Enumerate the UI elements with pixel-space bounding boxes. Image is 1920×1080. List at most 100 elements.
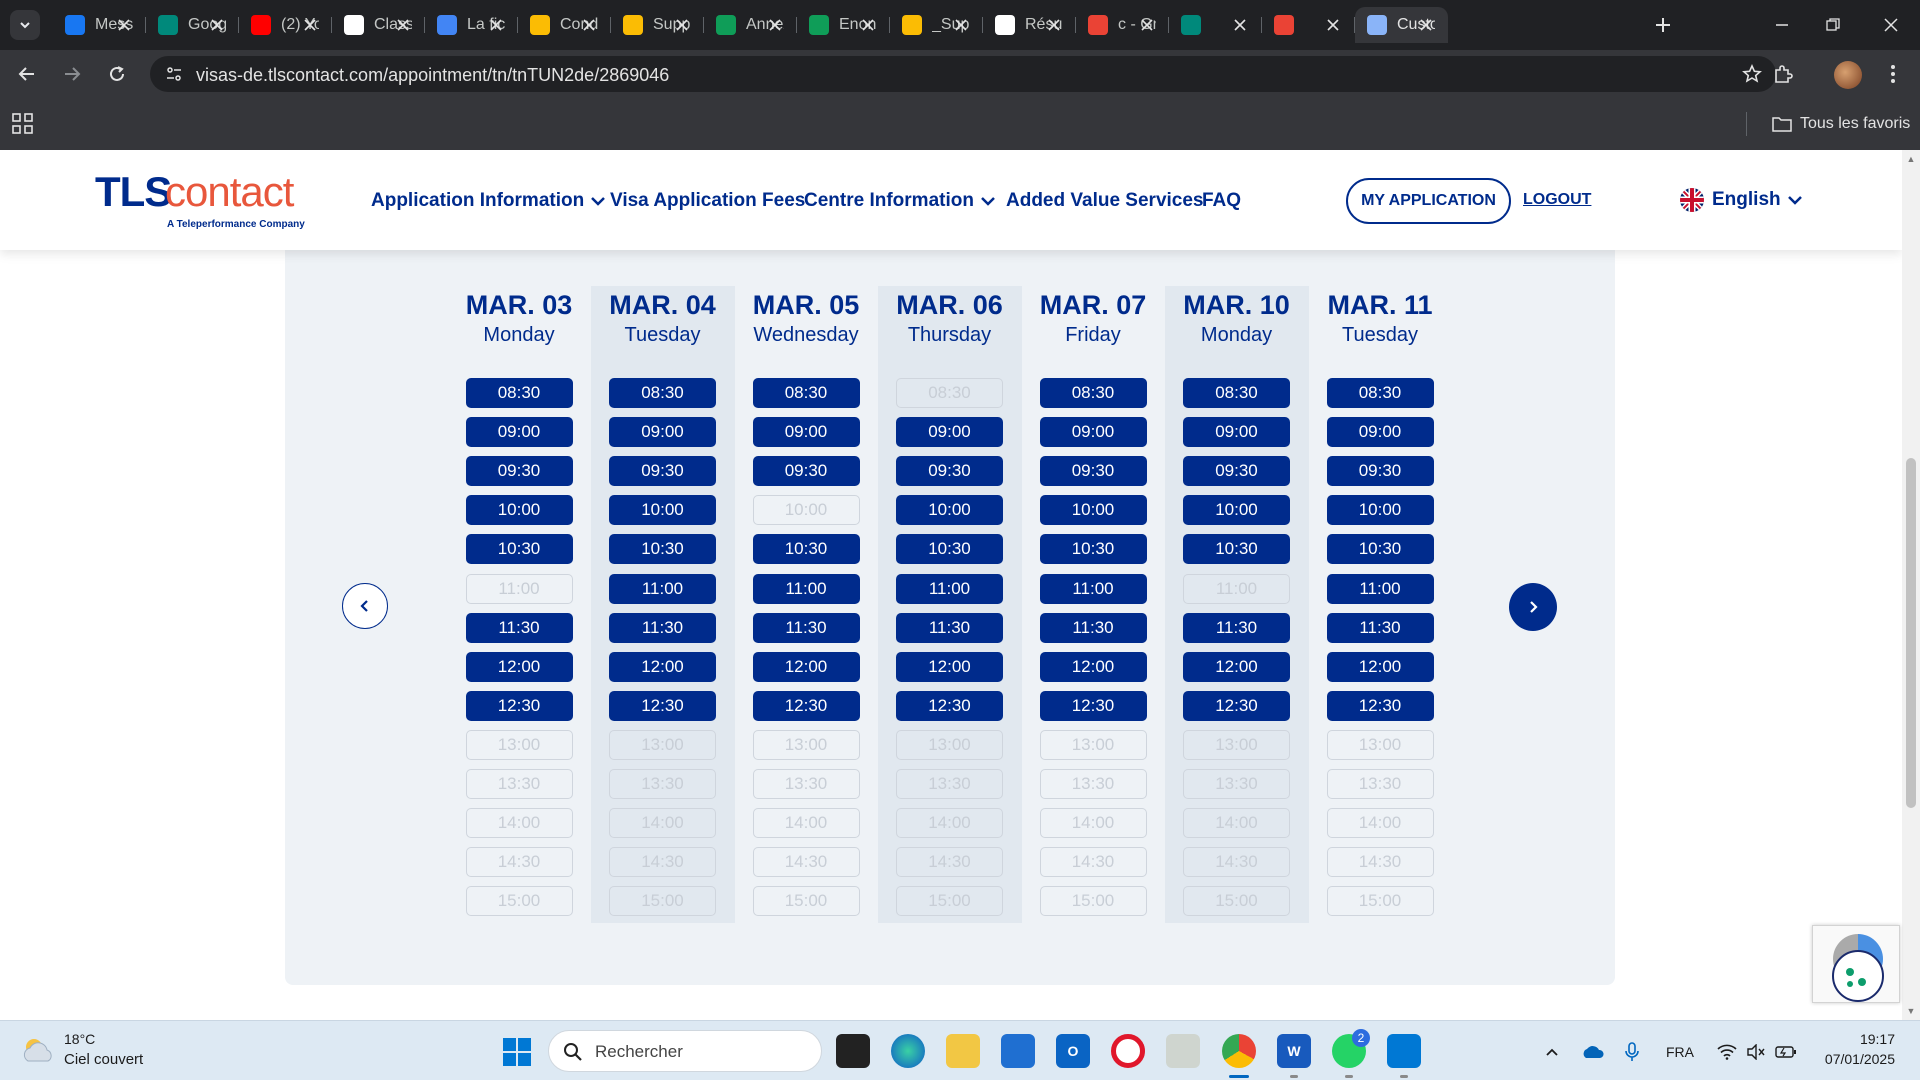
browser-tab[interactable]: Résumé: [983, 7, 1076, 43]
nav-visa-application-fees[interactable]: Visa Application Fees: [610, 190, 805, 212]
time-slot-available[interactable]: 08:30: [465, 378, 573, 408]
time-slot-available[interactable]: 08:30: [752, 378, 860, 408]
browser-tab[interactable]: Support: [611, 7, 704, 43]
apps-grid-icon[interactable]: [12, 113, 34, 135]
scroll-down-arrow-icon[interactable]: ▼: [1906, 1006, 1916, 1016]
time-slot-available[interactable]: 11:00: [1039, 573, 1147, 604]
windows-start-icon[interactable]: [502, 1037, 532, 1067]
time-slot-available[interactable]: 11:00: [752, 573, 860, 604]
close-tab-icon[interactable]: [765, 15, 785, 35]
time-slot-available[interactable]: 09:00: [609, 417, 716, 448]
page-scrollbar[interactable]: ▲ ▼: [1902, 150, 1920, 1020]
time-slot-available[interactable]: 09:30: [465, 456, 573, 487]
time-slot-available[interactable]: 12:00: [1326, 651, 1434, 682]
close-window-button[interactable]: [1878, 12, 1904, 38]
browser-tab[interactable]: _Support: [890, 7, 983, 43]
time-slot-available[interactable]: 09:30: [1039, 456, 1147, 487]
taskbar-search[interactable]: Rechercher: [548, 1030, 822, 1072]
scroll-up-arrow-icon[interactable]: ▲: [1906, 154, 1916, 164]
close-tab-icon[interactable]: [1044, 15, 1064, 35]
browser-tab[interactable]: [1262, 7, 1355, 43]
forward-button[interactable]: [57, 59, 87, 89]
close-tab-icon[interactable]: [1230, 15, 1250, 35]
tab-search-button[interactable]: [10, 10, 40, 40]
time-slot-available[interactable]: 12:30: [896, 690, 1003, 721]
time-slot-available[interactable]: 09:30: [752, 456, 860, 487]
time-slot-available[interactable]: 12:00: [465, 651, 573, 682]
time-slot-available[interactable]: 09:30: [1326, 456, 1434, 487]
close-tab-icon[interactable]: [1323, 15, 1343, 35]
all-bookmarks-folder[interactable]: Tous les favoris: [1772, 112, 1910, 136]
clock-date[interactable]: 07/01/2025: [1815, 1051, 1895, 1067]
time-slot-available[interactable]: 11:30: [609, 612, 716, 643]
outlook-icon[interactable]: O: [1056, 1034, 1090, 1068]
time-slot-available[interactable]: 10:00: [1039, 495, 1147, 526]
vscode-icon[interactable]: [1387, 1034, 1421, 1068]
task-view-icon[interactable]: [836, 1034, 870, 1068]
cloudy-weather-icon[interactable]: [20, 1035, 56, 1065]
file-explorer-icon[interactable]: [946, 1034, 980, 1068]
word-icon[interactable]: W: [1277, 1034, 1311, 1068]
browser-tab[interactable]: (2) YouTube: [239, 7, 332, 43]
language-selector[interactable]: English: [1680, 188, 1803, 212]
time-slot-available[interactable]: 12:00: [1039, 651, 1147, 682]
browser-tab[interactable]: Conditions: [518, 7, 611, 43]
microsoft-store-icon[interactable]: [1001, 1034, 1035, 1068]
time-slot-available[interactable]: 11:30: [896, 612, 1003, 643]
url-text[interactable]: visas-de.tlscontact.com/appointment/tn/t…: [196, 65, 669, 86]
microphone-icon[interactable]: [1622, 1041, 1642, 1063]
time-slot-available[interactable]: 10:30: [1039, 534, 1147, 565]
close-tab-icon[interactable]: [1416, 15, 1436, 35]
time-slot-available[interactable]: 12:00: [1183, 651, 1290, 682]
browser-tab[interactable]: Google Meet: [146, 7, 239, 43]
logout-link[interactable]: LOGOUT: [1523, 191, 1591, 209]
time-slot-available[interactable]: 08:30: [1183, 378, 1290, 408]
browser-tab[interactable]: Annexes: [704, 7, 797, 43]
time-slot-available[interactable]: 10:30: [896, 534, 1003, 565]
time-slot-available[interactable]: 10:00: [1326, 495, 1434, 526]
cookie-settings-icon[interactable]: [1832, 950, 1884, 1002]
browser-tab[interactable]: La fiche: [425, 7, 518, 43]
wifi-icon[interactable]: [1716, 1041, 1738, 1063]
time-slot-available[interactable]: 11:30: [1183, 612, 1290, 643]
time-slot-available[interactable]: 10:30: [752, 534, 860, 565]
time-slot-available[interactable]: 12:00: [609, 651, 716, 682]
weather-temperature[interactable]: 18°C: [64, 1031, 95, 1047]
bookmark-star-icon[interactable]: [1740, 62, 1764, 86]
time-slot-available[interactable]: 10:00: [1183, 495, 1290, 526]
time-slot-available[interactable]: 10:30: [465, 534, 573, 565]
browser-menu-button[interactable]: [1878, 59, 1908, 89]
time-slot-available[interactable]: 09:30: [896, 456, 1003, 487]
time-slot-available[interactable]: 10:30: [1326, 534, 1434, 565]
address-bar[interactable]: visas-de.tlscontact.com/appointment/tn/t…: [150, 56, 1776, 92]
opera-browser-icon[interactable]: [1111, 1034, 1145, 1068]
time-slot-available[interactable]: 12:30: [1326, 690, 1434, 721]
nav-application-information[interactable]: Application Information: [371, 190, 606, 212]
nav-centre-information[interactable]: Centre Information: [804, 190, 996, 212]
browser-tab[interactable]: Messenger: [53, 7, 146, 43]
close-tab-icon[interactable]: [951, 15, 971, 35]
restore-button[interactable]: [1820, 12, 1846, 38]
time-slot-available[interactable]: 12:30: [1039, 690, 1147, 721]
profile-avatar[interactable]: [1834, 61, 1862, 89]
browser-tab[interactable]: Customer: [1355, 7, 1448, 43]
time-slot-available[interactable]: 11:00: [896, 573, 1003, 604]
time-slot-available[interactable]: 12:30: [609, 690, 716, 721]
weather-description[interactable]: Ciel couvert: [64, 1051, 143, 1068]
close-tab-icon[interactable]: [1137, 15, 1157, 35]
time-slot-available[interactable]: 11:30: [1326, 612, 1434, 643]
time-slot-available[interactable]: 11:00: [609, 573, 716, 604]
time-slot-available[interactable]: 10:30: [609, 534, 716, 565]
close-tab-icon[interactable]: [207, 15, 227, 35]
time-slot-available[interactable]: 11:30: [465, 612, 573, 643]
chrome-browser-icon[interactable]: [1222, 1034, 1256, 1068]
close-tab-icon[interactable]: [486, 15, 506, 35]
minimize-button[interactable]: [1769, 12, 1795, 38]
close-tab-icon[interactable]: [114, 15, 134, 35]
time-slot-available[interactable]: 10:00: [465, 495, 573, 526]
time-slot-available[interactable]: 09:00: [1183, 417, 1290, 448]
previous-week-button[interactable]: [342, 583, 388, 629]
pinned-app-icon[interactable]: [1166, 1034, 1200, 1068]
time-slot-available[interactable]: 10:30: [1183, 534, 1290, 565]
input-language-indicator[interactable]: FRA: [1660, 1041, 1700, 1063]
